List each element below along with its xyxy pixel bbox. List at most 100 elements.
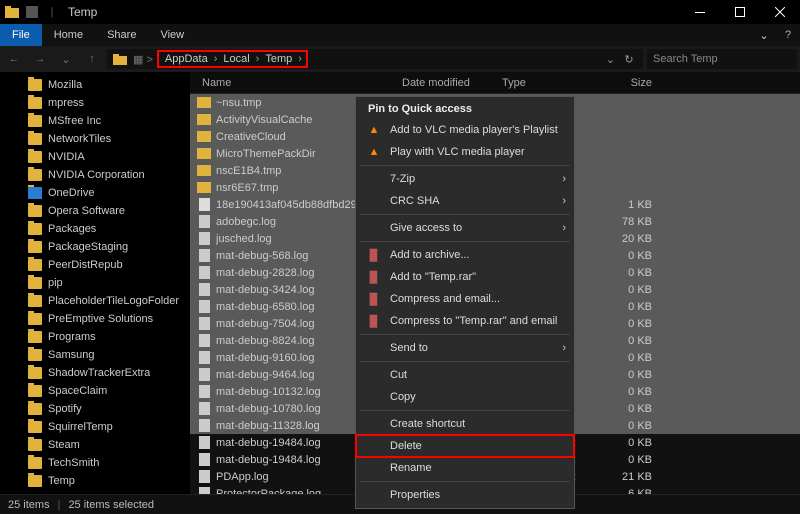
status-selected: 25 items selected (68, 499, 154, 511)
tree-item[interactable]: PlaceholderTileLogoFolder (0, 292, 190, 310)
file-size: 0 KB (612, 335, 672, 347)
ctx-7zip[interactable]: 7-Zip› (356, 168, 574, 190)
file-size: 0 KB (612, 420, 672, 432)
vlc-icon: ▲ (366, 144, 382, 160)
ctx-pin-quick-access[interactable]: Pin to Quick access (356, 99, 574, 119)
tree-item[interactable]: Mozilla (0, 76, 190, 94)
col-type[interactable]: Type (502, 77, 612, 89)
help-button[interactable]: ? (776, 29, 800, 41)
chevron-right-icon: › (562, 222, 566, 234)
path-temp[interactable]: Temp (261, 53, 296, 65)
ribbon-tabs: File Home Share View ⌄ ? (0, 24, 800, 46)
tree-item-label: Steam (48, 439, 80, 451)
col-date[interactable]: Date modified (402, 77, 502, 89)
ctx-compress-rar-email[interactable]: ▉Compress to "Temp.rar" and email (356, 310, 574, 332)
tree-item[interactable]: NVIDIA (0, 148, 190, 166)
path-local[interactable]: Local (219, 53, 253, 65)
folder-icon (28, 457, 42, 469)
file-size: 0 KB (612, 250, 672, 262)
tree-item[interactable]: NVIDIA Corporation (0, 166, 190, 184)
tree-item[interactable]: Samsung (0, 346, 190, 364)
tree-item[interactable]: PeerDistRepub (0, 256, 190, 274)
tree-item[interactable]: mpress (0, 94, 190, 112)
tree-item-label: ShadowTrackerExtra (48, 367, 150, 379)
folder-icon (196, 164, 212, 178)
file-icon (196, 436, 212, 450)
tree-item[interactable]: ShadowTrackerExtra (0, 364, 190, 382)
file-icon (196, 300, 212, 314)
tree-pane[interactable]: MozillampressMSfree IncNetworkTilesNVIDI… (0, 72, 190, 502)
properties-icon[interactable] (24, 4, 40, 20)
tab-view[interactable]: View (148, 24, 196, 46)
ribbon-expand-button[interactable]: ⌄ (752, 29, 776, 42)
tree-item[interactable]: Steam (0, 436, 190, 454)
ctx-create-shortcut[interactable]: Create shortcut (356, 413, 574, 435)
tree-item[interactable]: SquirrelTemp (0, 418, 190, 436)
tree-item-label: SpaceClaim (48, 385, 107, 397)
tree-item[interactable]: SpaceClaim (0, 382, 190, 400)
tree-item[interactable]: Temp (0, 472, 190, 490)
file-size: 0 KB (612, 437, 672, 449)
file-size: 0 KB (612, 386, 672, 398)
tree-item[interactable]: Spotify (0, 400, 190, 418)
tree-item[interactable]: PackageStaging (0, 238, 190, 256)
tree-item[interactable]: pip (0, 274, 190, 292)
tree-item-label: Opera Software (48, 205, 125, 217)
folder-icon (28, 241, 42, 253)
address-field[interactable]: ▦ > AppData › Local › Temp › ⌄ ↻ (107, 49, 643, 69)
ctx-add-rar[interactable]: ▉Add to "Temp.rar" (356, 266, 574, 288)
back-button[interactable]: ← (3, 48, 25, 70)
ctx-give-access[interactable]: Give access to› (356, 217, 574, 239)
file-icon (196, 351, 212, 365)
ctx-crcsha[interactable]: CRC SHA› (356, 190, 574, 212)
tab-file[interactable]: File (0, 24, 42, 46)
maximize-button[interactable] (720, 0, 760, 24)
window-title: Temp (60, 5, 97, 19)
up-button[interactable]: ↑ (81, 48, 103, 70)
ctx-vlc-play[interactable]: ▲Play with VLC media player (356, 141, 574, 163)
close-button[interactable] (760, 0, 800, 24)
ctx-cut[interactable]: Cut (356, 364, 574, 386)
file-icon (196, 385, 212, 399)
tab-home[interactable]: Home (42, 24, 95, 46)
ctx-delete[interactable]: Delete (356, 435, 574, 457)
file-icon (196, 368, 212, 382)
folder-icon (28, 187, 42, 199)
search-input[interactable]: Search Temp (647, 49, 797, 69)
file-size: 0 KB (612, 301, 672, 313)
forward-button[interactable]: → (29, 48, 51, 70)
address-dropdown[interactable]: ⌄ (602, 53, 619, 66)
col-name[interactable]: Name (190, 77, 402, 89)
col-size[interactable]: Size (612, 77, 672, 89)
ctx-compress-email[interactable]: ▉Compress and email... (356, 288, 574, 310)
titlebar: | Temp (0, 0, 800, 24)
file-size: 0 KB (612, 267, 672, 279)
ctx-properties[interactable]: Properties (356, 484, 574, 506)
tree-item[interactable]: Programs (0, 328, 190, 346)
column-headers[interactable]: Name Date modified Type Size (190, 72, 800, 94)
tab-share[interactable]: Share (95, 24, 148, 46)
file-size: 20 KB (612, 233, 672, 245)
ctx-send-to[interactable]: Send to› (356, 337, 574, 359)
tree-item[interactable]: PreEmptive Solutions (0, 310, 190, 328)
ctx-add-archive[interactable]: ▉Add to archive... (356, 244, 574, 266)
file-size: 21 KB (612, 471, 672, 483)
ctx-copy[interactable]: Copy (356, 386, 574, 408)
tree-item[interactable]: Packages (0, 220, 190, 238)
tree-item[interactable]: NetworkTiles (0, 130, 190, 148)
tree-item-label: PreEmptive Solutions (48, 313, 153, 325)
tree-item[interactable]: MSfree Inc (0, 112, 190, 130)
folder-icon (28, 151, 42, 163)
tree-item-label: Spotify (48, 403, 82, 415)
folder-icon (28, 133, 42, 145)
minimize-button[interactable] (680, 0, 720, 24)
tree-item[interactable]: Opera Software (0, 202, 190, 220)
ctx-vlc-playlist[interactable]: ▲Add to VLC media player's Playlist (356, 119, 574, 141)
recent-button[interactable]: ⌄ (55, 48, 77, 70)
file-icon (196, 317, 212, 331)
path-appdata[interactable]: AppData (161, 53, 212, 65)
refresh-button[interactable]: ↻ (619, 53, 639, 66)
ctx-rename[interactable]: Rename (356, 457, 574, 479)
tree-item[interactable]: TechSmith (0, 454, 190, 472)
tree-item[interactable]: OneDrive (0, 184, 190, 202)
